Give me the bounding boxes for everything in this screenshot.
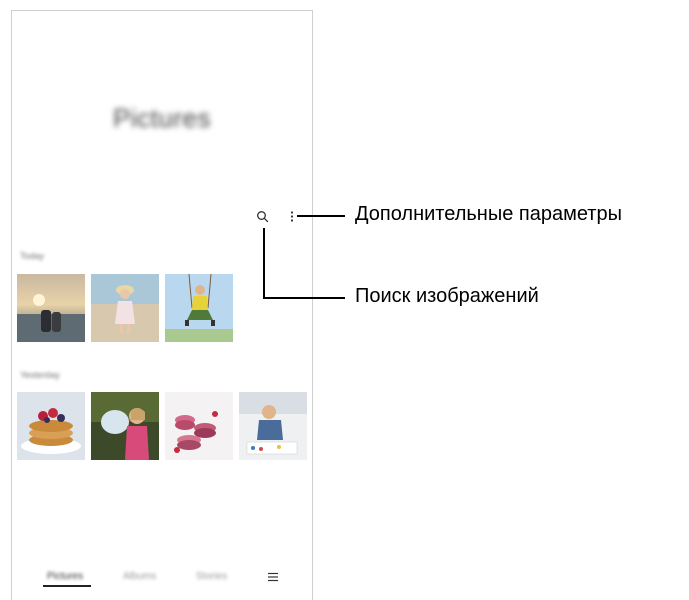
thumbnail-toddler-painting[interactable] — [239, 392, 307, 460]
more-options-icon[interactable] — [288, 210, 302, 224]
search-icon[interactable] — [256, 210, 270, 224]
callout-search-images: Поиск изображений — [355, 285, 539, 307]
tab-albums[interactable]: Albums — [123, 571, 156, 582]
thumbnail-boy-on-swing[interactable] — [165, 274, 233, 342]
thumbnail-sunset-couple[interactable] — [17, 274, 85, 342]
callout-more-options: Дополнительные параметры — [355, 203, 622, 225]
tab-stories[interactable]: Stories — [196, 571, 227, 582]
thumbnail-girl-on-beach[interactable] — [91, 274, 159, 342]
thumbnail-girl-splashing-water[interactable] — [91, 392, 159, 460]
thumbnail-pancakes[interactable] — [17, 392, 85, 460]
section-label-today: Today — [20, 251, 45, 261]
section-label-yesterday: Yesterday — [20, 370, 60, 380]
callout-line-search-horizontal — [263, 297, 345, 299]
bottom-navigation: Pictures Albums Stories — [12, 567, 312, 597]
hamburger-menu-icon[interactable] — [267, 570, 279, 582]
thumbnail-macarons[interactable] — [165, 392, 233, 460]
tab-pictures[interactable]: Pictures — [47, 571, 83, 582]
page-title: Pictures — [113, 103, 211, 133]
callout-line-more-options — [297, 215, 345, 217]
callout-line-search-vertical — [263, 228, 265, 298]
active-tab-indicator — [43, 585, 91, 587]
phone-screen: Pictures Today Yesterday Pictures Albums… — [11, 10, 313, 600]
